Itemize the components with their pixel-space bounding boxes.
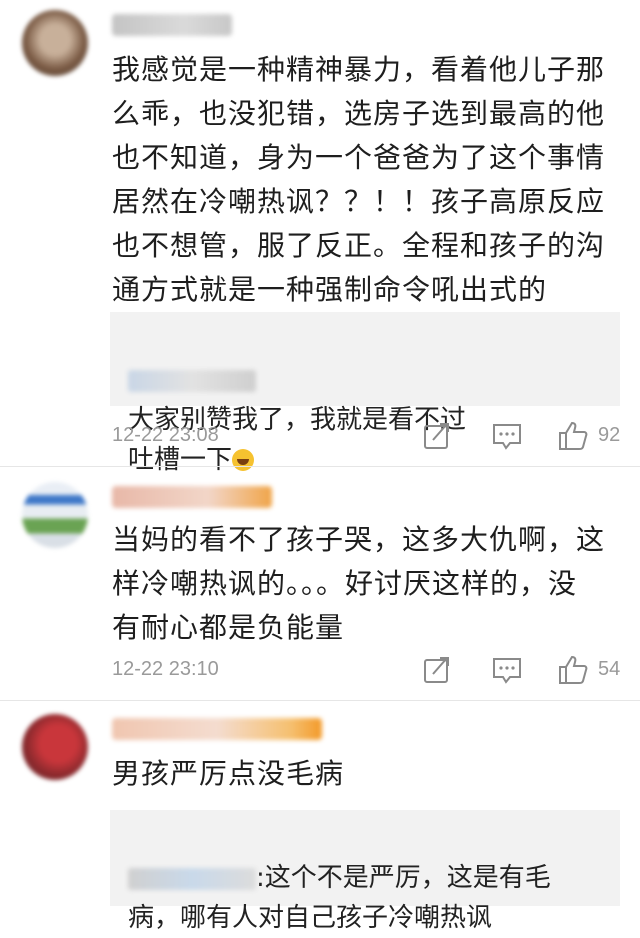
username[interactable] — [112, 14, 232, 36]
like-count: 54 — [598, 658, 621, 680]
avatar[interactable] — [22, 482, 88, 548]
reply: 大家别赞我了，我就是看不过 吐槽一下 — [128, 320, 606, 480]
share-icon[interactable] — [420, 654, 454, 686]
username[interactable] — [112, 486, 272, 508]
reply-box[interactable]: :这个不是严厉，这是有毛 病，哪有人对自己孩子冷嘲热讽 — [110, 810, 620, 933]
comment-text: 当妈的看不了孩子哭，这多大仇啊，这 样冷嘲热讽的。。。好讨厌这样的，没 有耐心都… — [112, 523, 606, 644]
reply: :这个不是严厉，这是有毛 病，哪有人对自己孩子冷嘲热讽 — [128, 818, 606, 938]
comment-icon[interactable] — [490, 654, 524, 686]
avatar[interactable] — [22, 10, 88, 76]
reply-username[interactable] — [128, 369, 256, 392]
like-count: 92 — [598, 424, 621, 446]
like-icon[interactable] — [556, 654, 590, 686]
like-icon[interactable] — [556, 420, 590, 452]
comment-meta: 12-22 23:08 92 — [112, 416, 620, 456]
reply-box[interactable]: 大家别赞我了，我就是看不过 吐槽一下 — [110, 312, 620, 475]
avatar[interactable] — [22, 714, 88, 780]
divider — [0, 466, 640, 467]
comment-icon[interactable] — [490, 420, 524, 452]
reply-username[interactable] — [128, 867, 256, 890]
comment-text: 我感觉是一种精神暴力，看着他儿子那 么乖，也没犯错，选房子选到最高的他 也不知道… — [112, 53, 606, 306]
timestamp: 12-22 23:10 — [112, 658, 219, 680]
share-icon[interactable] — [420, 420, 454, 452]
timestamp: 12-22 23:08 — [112, 424, 219, 446]
divider — [0, 700, 640, 701]
username[interactable] — [112, 718, 322, 740]
comment-meta: 12-22 23:10 54 — [112, 650, 620, 690]
comment-text: 男孩严厉点没毛病 — [112, 757, 345, 790]
